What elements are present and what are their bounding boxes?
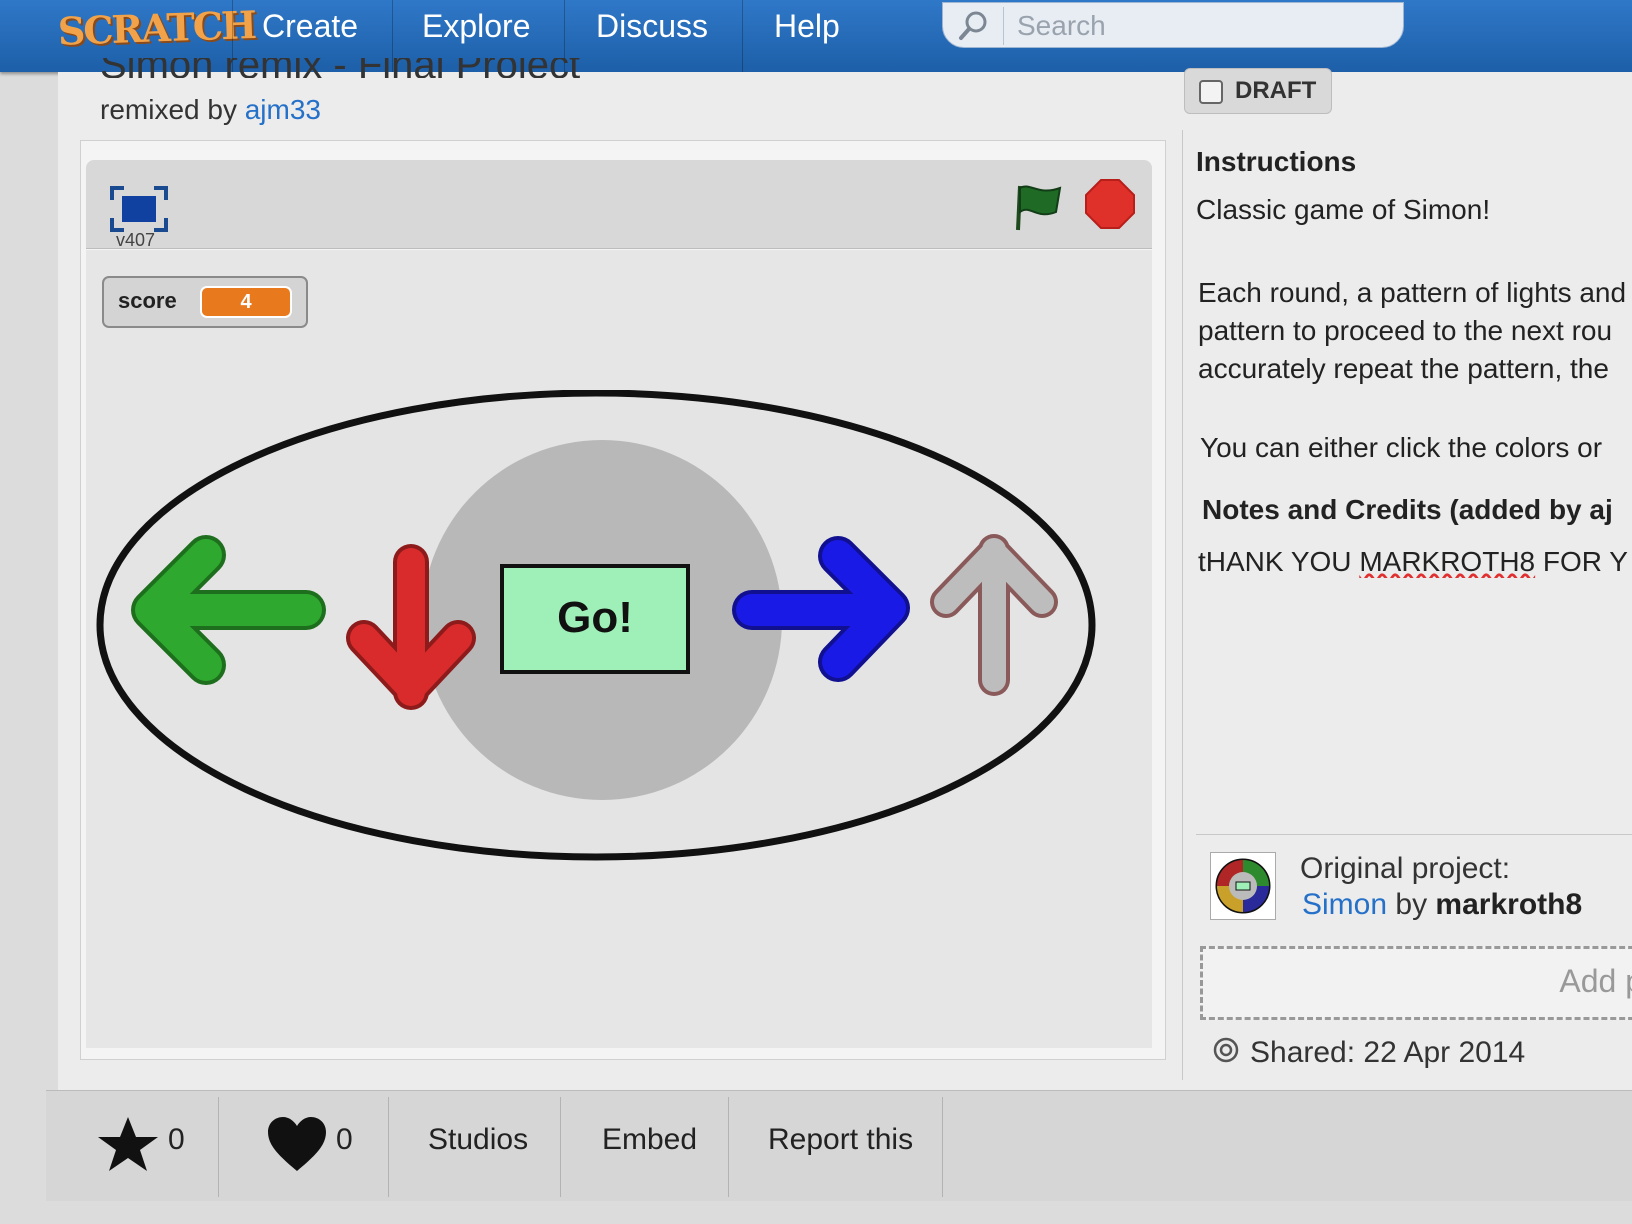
instructions-heading: Instructions <box>1196 146 1357 177</box>
score-value: 4 <box>200 286 292 318</box>
nav-help[interactable]: Help <box>774 8 840 45</box>
go-button[interactable]: Go! <box>500 564 690 674</box>
studios-label: Studios <box>428 1123 529 1156</box>
favorite-button[interactable]: 0 <box>96 1091 216 1201</box>
instructions-line: accurately repeat the pattern, the <box>1198 353 1609 384</box>
draft-checkbox[interactable] <box>1199 80 1223 104</box>
original-project-credit: Simon by markroth8 <box>1302 888 1582 922</box>
nav-separator <box>742 0 743 72</box>
star-icon <box>96 1113 160 1185</box>
search-divider <box>1003 7 1004 45</box>
embed-button[interactable]: Embed <box>602 1091 722 1201</box>
original-project-link[interactable]: Simon <box>1302 888 1387 921</box>
original-project-thumbnail[interactable] <box>1210 852 1276 920</box>
favorite-count: 0 <box>168 1123 185 1156</box>
share-icon <box>1212 1036 1240 1072</box>
simon-game-board: Go! <box>96 390 1096 861</box>
nav-discuss[interactable]: Discuss <box>596 8 708 45</box>
instructions-line: Each round, a pattern of lights and <box>1198 277 1627 308</box>
notes-heading: Notes and Credits (added by aj <box>1202 494 1613 525</box>
project-title: Simon remix - Final Project <box>100 58 580 78</box>
original-by-label: by <box>1395 888 1428 921</box>
report-button[interactable]: Report this <box>768 1091 948 1201</box>
sidebar-divider <box>1182 130 1183 1080</box>
search-icon[interactable] <box>957 9 991 48</box>
author-link[interactable]: ajm33 <box>245 94 321 125</box>
shared-label: Shared: 22 Apr 2014 <box>1250 1036 1526 1069</box>
version-label: v407 <box>116 230 156 250</box>
nav-create[interactable]: Create <box>262 8 358 45</box>
shared-date: Shared: 22 Apr 2014 <box>1212 1036 1525 1072</box>
draft-toggle[interactable]: DRAFT <box>1184 68 1332 114</box>
instructions-line: pattern to proceed to the next rou <box>1198 315 1613 346</box>
love-button[interactable]: 0 <box>266 1091 386 1201</box>
player-controls: v407 <box>86 160 1152 250</box>
studios-button[interactable]: Studios <box>428 1091 558 1201</box>
notes-text: tHANK YOU MARKROTH8 FOR Y <box>1198 546 1632 578</box>
search-bar[interactable]: Search <box>942 2 1404 48</box>
add-to-studio-dropzone[interactable]: Add p <box>1200 946 1632 1020</box>
score-monitor: score 4 <box>102 276 308 328</box>
heart-icon <box>266 1115 328 1181</box>
go-label: Go! <box>557 593 633 642</box>
instructions-line: You can either click the colors or <box>1200 432 1603 460</box>
nav-explore[interactable]: Explore <box>422 8 531 45</box>
notes-text-part: FOR Y <box>1535 546 1628 577</box>
remixed-by-label: remixed by <box>100 94 237 125</box>
action-separator <box>218 1097 219 1197</box>
stop-icon[interactable] <box>1084 178 1136 235</box>
original-project-label: Original project: <box>1300 852 1511 885</box>
instructions-line: Classic game of Simon! <box>1196 194 1491 225</box>
instructions-paragraph: Each round, a pattern of lights and patt… <box>1198 274 1632 388</box>
draft-label: DRAFT <box>1235 77 1317 104</box>
embed-label: Embed <box>602 1123 698 1156</box>
remix-credit: remixed by ajm33 <box>100 94 321 126</box>
scratch-logo[interactable]: SCRATCH <box>57 2 256 63</box>
add-label: Add p <box>1559 963 1632 999</box>
original-author-link[interactable]: markroth8 <box>1435 888 1582 921</box>
action-separator <box>388 1097 389 1197</box>
report-label: Report this <box>768 1123 914 1156</box>
score-label: score <box>118 288 177 313</box>
original-divider <box>1196 834 1632 835</box>
search-input[interactable]: Search <box>1017 10 1106 42</box>
action-separator <box>728 1097 729 1197</box>
action-separator <box>560 1097 561 1197</box>
action-separator <box>942 1097 943 1197</box>
green-flag-icon[interactable] <box>1014 182 1064 237</box>
notes-text-part: tHANK YOU <box>1198 546 1360 577</box>
notes-text-misspelled: MARKROTH8 <box>1359 546 1536 577</box>
action-bar: 0 0 Studios Embed Report this <box>46 1090 1632 1201</box>
love-count: 0 <box>336 1123 353 1156</box>
